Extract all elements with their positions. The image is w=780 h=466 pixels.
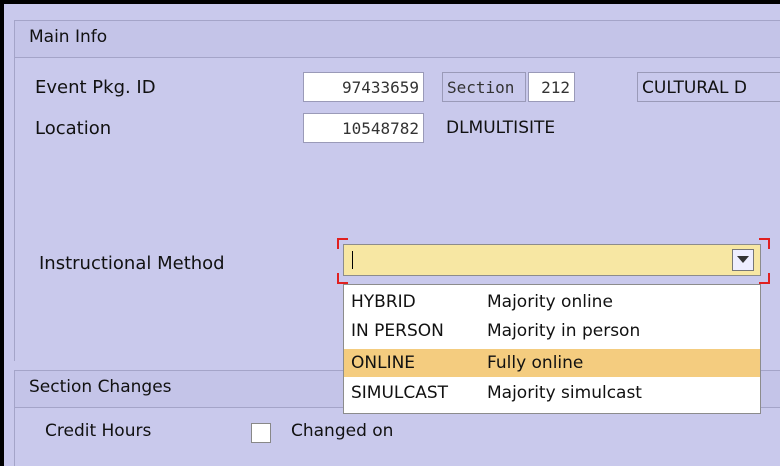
location-name: DLMULTISITE [446, 118, 556, 138]
location-label: Location [35, 118, 112, 139]
option-code: HYBRID [351, 292, 416, 312]
main-info-title: Main Info [29, 27, 108, 47]
form-window: Main Info Event Pkg. ID 97433659 Section… [4, 4, 780, 466]
focus-corner-tr [759, 238, 770, 249]
main-info-header: Main Info [15, 21, 780, 58]
option-code: IN PERSON [351, 321, 444, 341]
changed-on-label: Changed on [291, 421, 394, 441]
option-desc: Majority in person [487, 321, 641, 341]
title-field[interactable]: CULTURAL D [637, 72, 780, 102]
section-label-box: Section [442, 72, 526, 102]
option-hybrid[interactable]: HYBRID Majority online [344, 288, 760, 316]
option-code: ONLINE [351, 353, 416, 373]
option-code: SIMULCAST [351, 383, 449, 403]
focus-corner-tl [337, 238, 348, 249]
chevron-down-icon [737, 256, 749, 263]
option-desc: Fully online [487, 353, 584, 373]
focus-corner-br [759, 273, 770, 284]
option-in-person[interactable]: IN PERSON Majority in person [344, 317, 760, 345]
text-caret [352, 251, 353, 269]
instructional-method-options: HYBRID Majority online IN PERSON Majorit… [343, 284, 761, 414]
option-desc: Majority simulcast [487, 383, 642, 403]
section-changes-title: Section Changes [29, 377, 172, 397]
instructional-method-label: Instructional Method [39, 253, 225, 274]
option-online[interactable]: ONLINE Fully online [344, 349, 760, 377]
credit-hours-label: Credit Hours [45, 421, 152, 441]
credit-hours-checkbox[interactable] [251, 423, 271, 443]
location-id-field[interactable]: 10548782 [303, 113, 424, 143]
option-desc: Majority online [487, 292, 613, 312]
instructional-method-dropdown[interactable] [343, 244, 761, 276]
option-simulcast[interactable]: SIMULCAST Majority simulcast [344, 379, 760, 407]
section-field[interactable]: 212 [528, 72, 575, 102]
dropdown-toggle-button[interactable] [732, 249, 754, 271]
event-pkg-id-field[interactable]: 97433659 [303, 72, 424, 102]
event-pkg-label: Event Pkg. ID [35, 77, 156, 98]
focus-corner-bl [337, 273, 348, 284]
